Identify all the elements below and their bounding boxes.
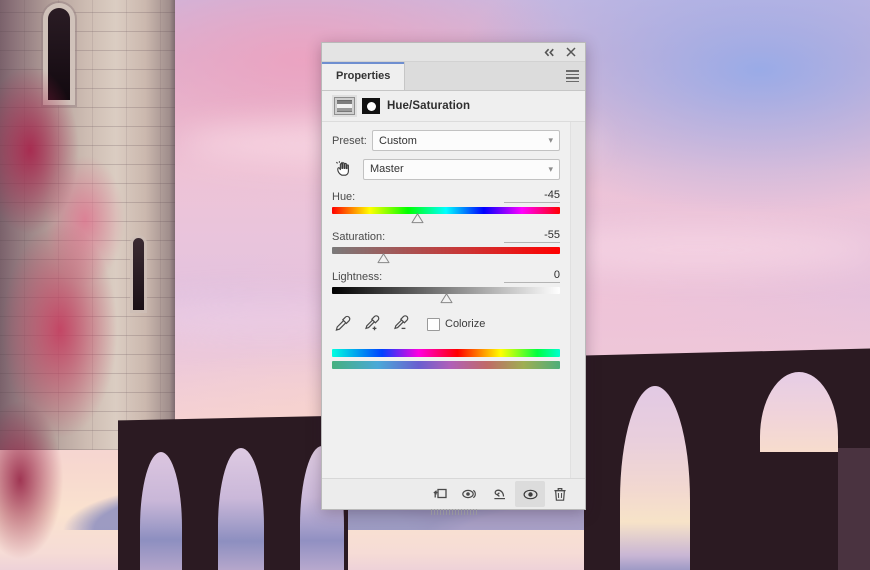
lightness-slider-track-area[interactable] — [332, 286, 560, 304]
preset-value: Custom — [379, 134, 417, 147]
left-viaduct-pier — [186, 446, 214, 570]
panel-resize-grip[interactable] — [430, 509, 477, 515]
collapse-panel-icon[interactable] — [543, 46, 555, 58]
lightness-slider-thumb[interactable] — [440, 293, 453, 304]
chevron-down-icon: ▾ — [548, 135, 553, 145]
colorize-checkbox[interactable] — [427, 317, 440, 331]
tabbar-empty-area — [405, 62, 559, 90]
hue-slider-block: Hue: -45 — [332, 189, 560, 224]
lightness-slider-label: Lightness: — [332, 271, 383, 283]
tab-properties-label: Properties — [336, 70, 391, 82]
close-icon[interactable] — [565, 46, 577, 58]
lightness-slider-block: Lightness: 0 — [332, 269, 560, 304]
input-hue-spectrum[interactable] — [332, 349, 560, 357]
tower-window-lower — [133, 238, 144, 310]
hue-slider-label: Hue: — [332, 191, 356, 203]
saturation-slider-track-area[interactable] — [332, 246, 560, 264]
eyedropper-row: Colorize — [334, 315, 560, 333]
saturation-slider-track[interactable] — [332, 247, 560, 254]
toggle-layer-visibility-button[interactable] — [515, 481, 545, 507]
channel-value: Master — [370, 163, 404, 175]
panel-titlebar — [322, 43, 585, 62]
hue-value-field[interactable]: -45 — [504, 189, 560, 203]
panel-tabbar: Properties — [322, 62, 585, 91]
hue-slider-track[interactable] — [332, 207, 560, 214]
hue-spectrum-bars — [332, 349, 560, 369]
on-image-adjustment-hand-icon[interactable] — [332, 158, 354, 180]
saturation-value-field[interactable]: -55 — [504, 229, 560, 243]
output-hue-spectrum[interactable] — [332, 361, 560, 369]
properties-panel[interactable]: Properties Hue/Saturation Preset: Custom… — [321, 42, 586, 515]
eyedropper-subtract-icon[interactable] — [392, 315, 410, 333]
right-viaduct-pier — [692, 372, 754, 570]
channel-dropdown[interactable]: Master ▾ — [363, 158, 560, 180]
preset-label: Preset: — [332, 134, 367, 147]
hue-slider-track-area[interactable] — [332, 206, 560, 224]
screenshot-canvas: Properties Hue/Saturation Preset: Custom… — [0, 0, 870, 570]
colorize-option[interactable]: Colorize — [427, 317, 486, 331]
saturation-slider-block: Saturation: -55 — [332, 229, 560, 264]
chevron-down-icon: ▾ — [548, 163, 553, 174]
right-wall-block — [838, 448, 870, 570]
left-viaduct-pier — [266, 444, 296, 570]
tab-properties[interactable]: Properties — [322, 62, 406, 90]
adjustment-header: Hue/Saturation — [322, 91, 585, 122]
layer-mask-thumbnail-icon[interactable] — [362, 98, 380, 114]
eyedropper-icon[interactable] — [334, 315, 352, 333]
hue-slider-thumb[interactable] — [411, 213, 424, 224]
saturation-slider-thumb[interactable] — [377, 253, 390, 264]
hue-saturation-adjustment-icon[interactable] — [334, 97, 355, 115]
eyedropper-add-icon[interactable] — [363, 315, 381, 333]
preset-row: Preset: Custom ▾ — [332, 130, 560, 151]
lightness-value-field[interactable]: 0 — [504, 269, 560, 283]
delete-adjustment-layer-button[interactable] — [545, 481, 575, 507]
adjustment-title: Hue/Saturation — [387, 100, 471, 112]
panel-menu-icon[interactable] — [559, 62, 585, 90]
preset-dropdown[interactable]: Custom ▾ — [372, 130, 560, 151]
panel-right-gutter — [570, 122, 585, 478]
ivy-foliage — [0, 30, 125, 570]
panel-body: Preset: Custom ▾ Master ▾ Hue: -45 Satur… — [322, 122, 585, 478]
colorize-label: Colorize — [445, 318, 486, 330]
panel-footer — [322, 478, 585, 515]
clip-to-layer-button[interactable] — [425, 481, 455, 507]
reset-adjustment-button[interactable] — [485, 481, 515, 507]
channel-row: Master ▾ — [332, 158, 560, 180]
panel-content: Preset: Custom ▾ Master ▾ Hue: -45 Satur… — [322, 122, 570, 478]
saturation-slider-label: Saturation: — [332, 231, 386, 243]
view-previous-state-button[interactable] — [455, 481, 485, 507]
